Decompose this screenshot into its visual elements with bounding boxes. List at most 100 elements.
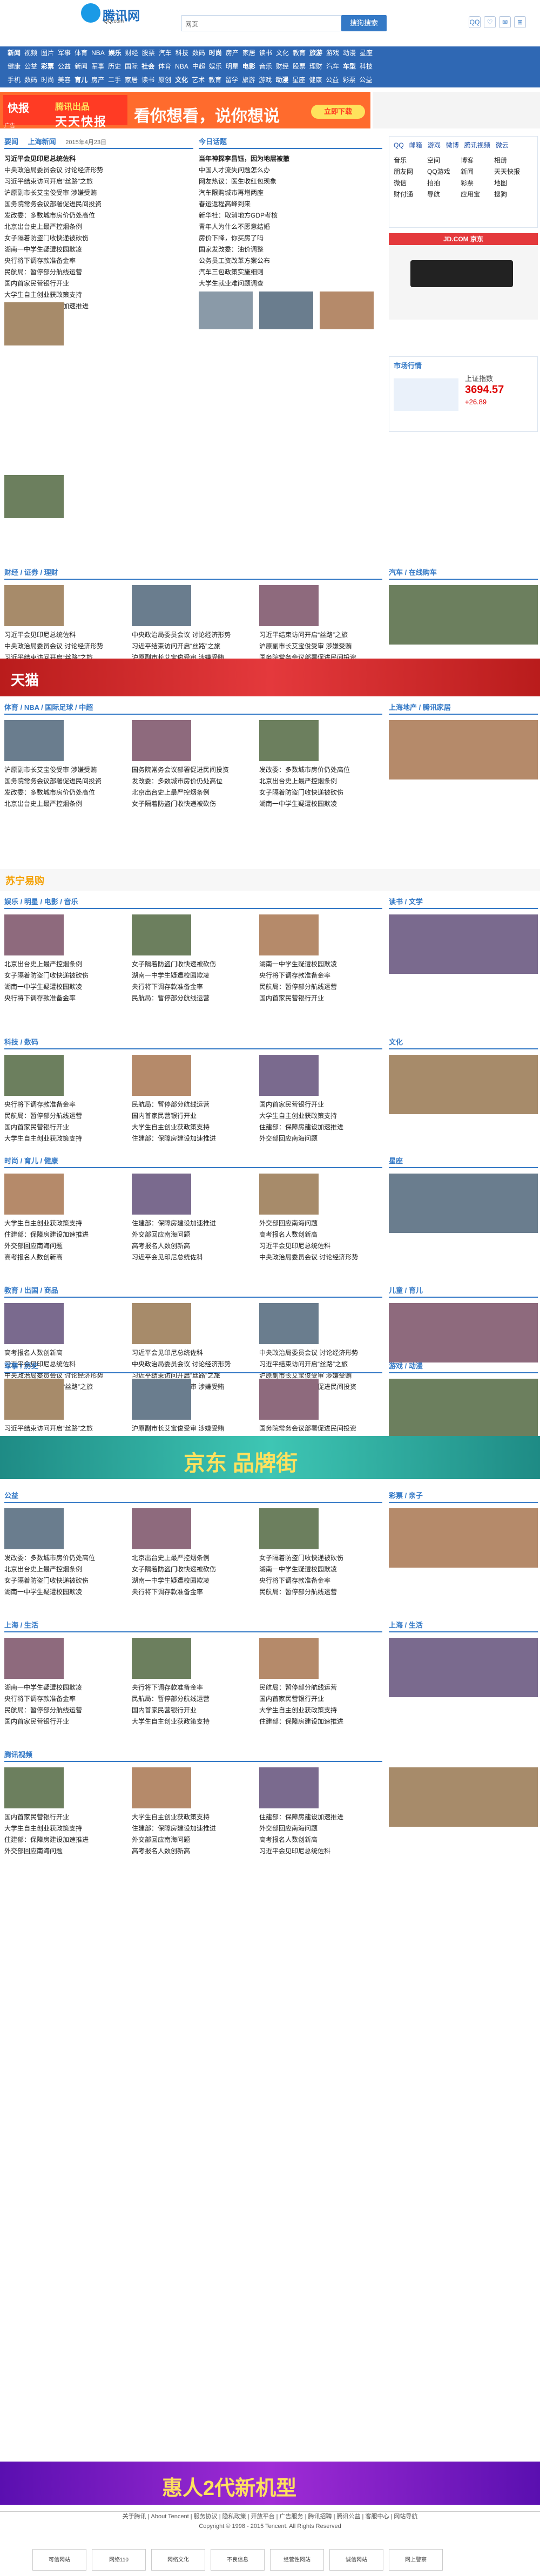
nav-link[interactable]: 动漫 — [343, 46, 356, 60]
list-item[interactable]: 外交部回应南海问题 — [4, 1846, 126, 1857]
list-item[interactable]: 民航局：暂停部分航线运营 — [259, 1682, 381, 1693]
list-item[interactable]: 中国人才流失问题怎么办 — [199, 165, 382, 176]
list-item[interactable]: 中央政治局委员会议 讨论经济形势 — [4, 165, 193, 176]
section-thumb[interactable] — [132, 585, 191, 626]
list-item[interactable]: 高考报名人数创新高 — [4, 1347, 126, 1359]
nav-link[interactable]: 科技 — [176, 46, 188, 60]
service-link[interactable]: 博客 — [461, 155, 494, 166]
list-item[interactable]: 大学生自主创业获政策支持 — [259, 1705, 381, 1716]
list-item[interactable]: 外交部回应南海问题 — [4, 1240, 126, 1252]
list-item[interactable]: 民航局：暂停部分航线运营 — [259, 981, 381, 993]
section-title-right[interactable]: 上海 / 生活 — [389, 1621, 423, 1629]
section-thumb[interactable] — [4, 720, 64, 761]
list-item[interactable]: 住建部：保障房建设加速推进 — [132, 1823, 254, 1834]
list-item[interactable]: 湖南一中学生疑遭校园欺凌 — [4, 1587, 126, 1598]
section-title[interactable]: 娱乐 / 明星 / 电影 / 音乐 — [4, 898, 78, 906]
section-right-image[interactable] — [389, 1767, 538, 1827]
section-title[interactable]: 上海 / 生活 — [4, 1621, 38, 1629]
section-thumb[interactable] — [132, 1638, 191, 1679]
list-item[interactable]: 民航局：暂停部分航线运营 — [132, 993, 254, 1004]
tab-shanghai[interactable]: 上海新闻 — [28, 138, 56, 146]
hurom-banner-ad[interactable]: 惠人2代新机型 — [0, 2462, 540, 2505]
nav-link[interactable]: 育儿 — [75, 73, 87, 87]
list-item[interactable]: 国家发改委：油价调整 — [199, 244, 382, 255]
list-item[interactable]: 国务院常务会议部署促进民间投资 — [4, 199, 193, 210]
list-item[interactable]: 国内首家民营银行开业 — [4, 1122, 126, 1133]
list-item[interactable]: 高考报名人数创新高 — [132, 1846, 254, 1857]
list-item[interactable]: 住建部：保障房建设加速推进 — [132, 1133, 254, 1144]
section-thumb[interactable] — [132, 1767, 191, 1808]
nav-link[interactable]: 体育 — [75, 46, 87, 60]
list-item[interactable]: 民航局：暂停部分航线运营 — [4, 1705, 126, 1716]
footer-badge[interactable]: 诚信网站 — [329, 2549, 383, 2571]
nav-link[interactable]: 数码 — [192, 46, 205, 60]
list-item[interactable]: 央行将下调存款准备金率 — [4, 993, 126, 1004]
tab-news[interactable]: 要闻 — [4, 138, 18, 146]
service-link[interactable]: 新闻 — [461, 166, 494, 178]
list-item[interactable]: 新华社：取消地方GDP考核 — [199, 210, 382, 221]
nav-link[interactable]: 时尚 — [209, 46, 222, 60]
nav-link[interactable]: 历史 — [108, 60, 121, 73]
list-item[interactable]: 大学生自主创业获政策支持 — [4, 1133, 126, 1144]
list-item[interactable]: 国内首家民营银行开业 — [259, 1099, 381, 1110]
qq-icon[interactable]: QQ — [469, 16, 481, 28]
list-item[interactable]: 住建部：保障房建设加速推进 — [259, 1122, 381, 1133]
nav-link[interactable]: 社会 — [141, 60, 154, 73]
section-right-image[interactable] — [389, 585, 538, 645]
list-item[interactable]: 国内首家民营银行开业 — [132, 1705, 254, 1716]
search-input[interactable] — [214, 16, 339, 31]
section-title-right[interactable]: 上海地产 / 腾讯家居 — [389, 703, 451, 711]
section-thumb[interactable] — [132, 1303, 191, 1344]
list-item[interactable]: 女子隔着防盗门收快递被砍伤 — [259, 787, 381, 798]
list-item[interactable]: 央行将下调存款准备金率 — [4, 1099, 126, 1110]
section-right-image[interactable] — [389, 1508, 538, 1568]
list-item[interactable]: 习近平结束访问开启“丝路”之旅 — [132, 641, 254, 652]
section-title[interactable]: 教育 / 出国 / 商品 — [4, 1286, 58, 1294]
list-item[interactable]: 央行将下调存款准备金率 — [259, 970, 381, 981]
footer-badge[interactable]: 网上警察 — [389, 2549, 443, 2571]
nav-link[interactable]: 汽车 — [326, 60, 339, 73]
nav-link[interactable]: 军事 — [91, 60, 104, 73]
nav-link[interactable]: 科技 — [360, 60, 373, 73]
nav-link[interactable]: NBA — [91, 46, 105, 60]
list-item[interactable]: 住建部：保障房建设加速推进 — [259, 1812, 381, 1823]
nav-link[interactable]: 文化 — [276, 46, 289, 60]
nav-link[interactable]: 财经 — [276, 60, 289, 73]
section-title-right[interactable]: 彩票 / 亲子 — [389, 1492, 423, 1500]
service-tab[interactable]: QQ — [394, 141, 404, 149]
list-item[interactable]: 国内首家民营银行开业 — [132, 1110, 254, 1122]
tencent-logo[interactable]: 腾讯网 QQ.com — [81, 3, 149, 25]
list-item[interactable]: 国内首家民营银行开业 — [4, 1716, 126, 1727]
news-thumb-1[interactable] — [4, 302, 64, 345]
nav-link[interactable]: 游戏 — [326, 46, 339, 60]
list-item[interactable]: 习近平会见印尼总统佐科 — [4, 153, 193, 165]
mail-icon[interactable]: ✉ — [499, 16, 511, 28]
nav-link[interactable]: 旅游 — [309, 46, 322, 60]
list-item[interactable]: 中央政治局委员会议 讨论经济形势 — [4, 641, 126, 652]
list-item[interactable]: 女子隔着防盗门收快递被砍伤 — [132, 1564, 254, 1575]
jd-brand-banner-ad[interactable]: 京东 品牌街 — [0, 1436, 540, 1479]
list-item[interactable]: 习近平结束访问开启“丝路”之旅 — [4, 1423, 126, 1434]
list-item[interactable]: 国务院常务会议部署促进民间投资 — [4, 776, 126, 787]
footer-badge[interactable]: 不良信息 — [211, 2549, 265, 2571]
section-thumb[interactable] — [259, 1767, 319, 1808]
nav-link[interactable]: 教育 — [208, 73, 221, 87]
nav-link[interactable]: 明星 — [226, 60, 239, 73]
section-thumb[interactable] — [259, 1174, 319, 1215]
section-thumb[interactable] — [132, 1174, 191, 1215]
list-item[interactable]: 民航局：暂停部分航线运营 — [4, 267, 193, 278]
list-item[interactable]: 中央政治局委员会议 讨论经济形势 — [259, 1347, 381, 1359]
section-thumb[interactable] — [259, 1379, 319, 1420]
nav-link[interactable]: 视频 — [24, 46, 37, 60]
section-title-right[interactable]: 文化 — [389, 1038, 403, 1046]
section-title[interactable]: 军事 / 历史 — [4, 1362, 38, 1370]
nav-link[interactable]: 公益 — [359, 73, 372, 87]
nav-link[interactable]: 游戏 — [259, 73, 272, 87]
nav-link[interactable]: 图片 — [41, 46, 54, 60]
section-title-right[interactable]: 游戏 / 动漫 — [389, 1362, 423, 1370]
list-item[interactable]: 北京出台史上最严控烟条例 — [132, 787, 254, 798]
section-title[interactable]: 时尚 / 育儿 / 健康 — [4, 1157, 58, 1165]
topic-thumb-2[interactable] — [259, 292, 313, 329]
section-thumb[interactable] — [4, 1303, 64, 1344]
favorite-icon[interactable]: ♡ — [484, 16, 496, 28]
